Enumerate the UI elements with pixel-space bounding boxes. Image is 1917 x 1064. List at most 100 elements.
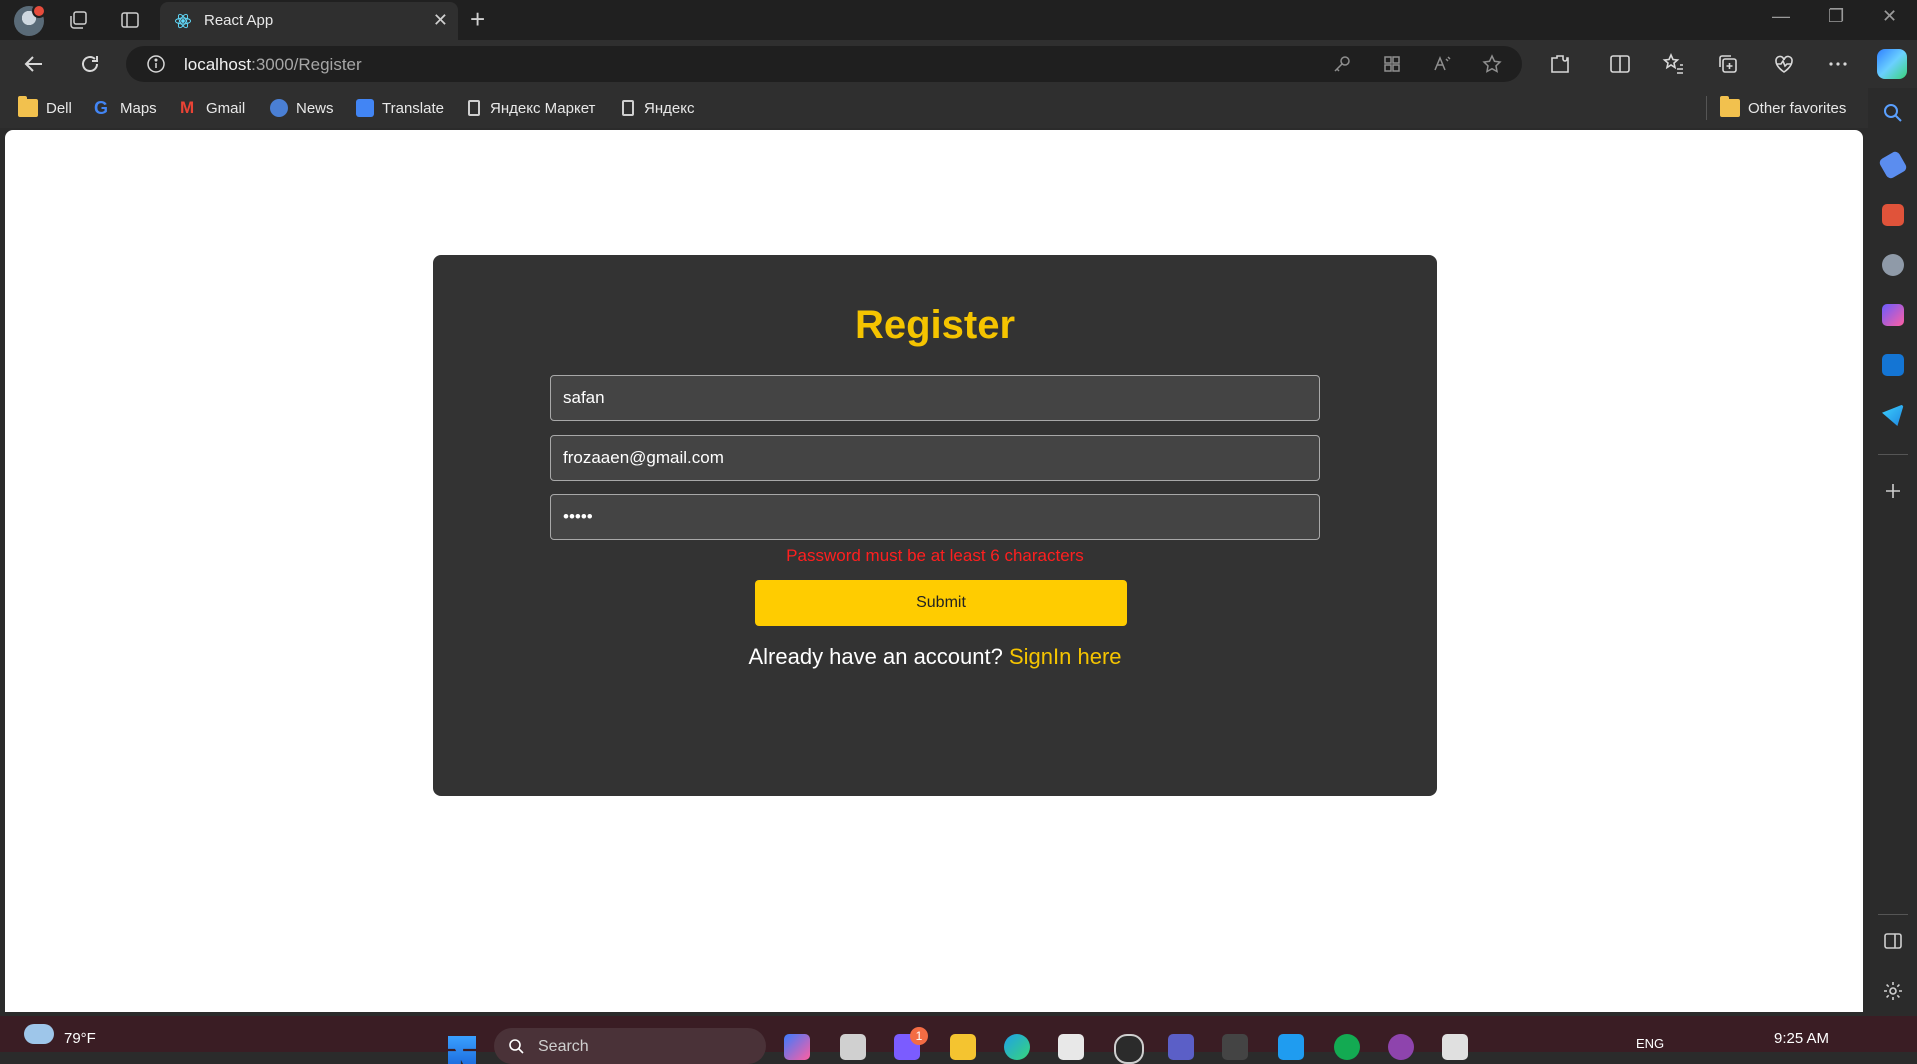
- minimize-icon[interactable]: —: [1772, 6, 1790, 27]
- workspaces-icon[interactable]: [68, 10, 88, 30]
- favorite-label: Яндекс Маркет: [490, 99, 596, 117]
- notification-badge: 1: [910, 1027, 928, 1045]
- clock[interactable]: 9:25 AM: [1774, 1030, 1829, 1047]
- snipping-tool-icon[interactable]: [1442, 1034, 1468, 1060]
- favorites-icon[interactable]: [1662, 52, 1686, 76]
- page-viewport: Register Password must be at least 6 cha…: [5, 130, 1863, 1012]
- submit-button[interactable]: Submit: [755, 580, 1127, 626]
- translate-icon: [356, 99, 374, 117]
- favorite-translate[interactable]: Translate: [356, 97, 444, 119]
- signin-prompt: Already have an account? SignIn here: [433, 644, 1437, 670]
- collections-icon[interactable]: [1716, 52, 1740, 76]
- url-host: localhost: [184, 55, 252, 74]
- file-explorer-icon[interactable]: [950, 1034, 976, 1060]
- close-window-icon[interactable]: ✕: [1882, 6, 1897, 27]
- shopping-tag-icon[interactable]: [1877, 149, 1909, 181]
- password-error-message: Password must be at least 6 characters: [786, 546, 1084, 565]
- favorite-news[interactable]: News: [270, 97, 334, 119]
- mongodb-icon[interactable]: [1334, 1034, 1360, 1060]
- games-icon[interactable]: [1882, 254, 1904, 276]
- task-view-icon[interactable]: [840, 1034, 866, 1060]
- tab-strip: React App ✕ + — ❐ ✕: [0, 0, 1917, 40]
- dell-icon[interactable]: [1114, 1034, 1144, 1064]
- signin-link[interactable]: SignIn here: [1009, 644, 1122, 669]
- username-field[interactable]: [550, 375, 1320, 421]
- profile-avatar[interactable]: [14, 4, 46, 36]
- react-logo-icon: [175, 13, 191, 29]
- favorite-label: Dell: [46, 99, 72, 117]
- folder-icon: [18, 96, 38, 117]
- favorites-divider: [1706, 96, 1707, 120]
- vertical-tabs-icon[interactable]: [120, 10, 140, 30]
- back-icon[interactable]: [22, 52, 46, 76]
- store-icon[interactable]: [1058, 1034, 1084, 1060]
- favorite-label: Translate: [382, 99, 444, 117]
- other-favorites[interactable]: Other favorites: [1720, 96, 1847, 119]
- search-placeholder: Search: [538, 1038, 589, 1055]
- copilot-sidebar-icon[interactable]: [1882, 304, 1904, 326]
- terminal-icon[interactable]: [1222, 1034, 1248, 1060]
- settings-gear-icon[interactable]: [1882, 980, 1904, 1002]
- page-icon: [468, 100, 480, 116]
- page-title: Register: [854, 303, 1016, 347]
- edge-icon[interactable]: [1004, 1034, 1030, 1060]
- hide-sidebar-icon[interactable]: [1882, 930, 1904, 952]
- outlook-icon[interactable]: [1882, 354, 1904, 376]
- signin-prompt-text: Already have an account?: [748, 644, 1009, 669]
- email-field[interactable]: [550, 435, 1320, 481]
- favorite-star-icon[interactable]: [1482, 54, 1502, 74]
- tab-react-app[interactable]: React App ✕: [160, 2, 458, 40]
- sidebar-divider: [1878, 914, 1908, 915]
- close-tab-icon[interactable]: ✕: [433, 10, 448, 31]
- new-tab-icon[interactable]: +: [470, 6, 485, 32]
- password-field[interactable]: [550, 494, 1320, 540]
- language-indicator[interactable]: ENG: [1636, 1036, 1664, 1051]
- favorite-dell[interactable]: Dell: [18, 96, 72, 119]
- copilot-icon[interactable]: [1877, 49, 1907, 79]
- favorite-gmail[interactable]: M Gmail: [180, 97, 245, 119]
- google-icon: G: [94, 98, 109, 118]
- taskbar-search[interactable]: Search: [494, 1028, 766, 1064]
- send-icon[interactable]: [1882, 404, 1904, 426]
- restore-icon[interactable]: ❐: [1828, 6, 1844, 27]
- favorite-label: Maps: [120, 99, 157, 117]
- favorite-yandex[interactable]: Яндекс: [618, 97, 694, 119]
- windows-taskbar: 79°F Search ENG 9:25 AM: [0, 1016, 1917, 1064]
- tools-icon[interactable]: [1882, 204, 1904, 226]
- app-available-icon[interactable]: [1382, 54, 1402, 74]
- favorite-maps[interactable]: G Maps: [94, 97, 157, 119]
- address-bar[interactable]: localhost:3000/Register: [126, 46, 1522, 82]
- sidebar-divider: [1878, 454, 1908, 455]
- url-text[interactable]: localhost:3000/Register: [184, 55, 362, 75]
- favorite-label: Gmail: [206, 99, 246, 117]
- favorite-label: Яндекс: [644, 99, 695, 117]
- register-card: Register Password must be at least 6 cha…: [433, 255, 1437, 796]
- folder-icon: [1720, 96, 1740, 117]
- search-icon[interactable]: [1882, 102, 1904, 124]
- weather-temperature[interactable]: 79°F: [64, 1030, 96, 1047]
- copilot-app-icon[interactable]: [784, 1034, 810, 1060]
- favorite-yandex-market[interactable]: Яндекс Маркет: [464, 97, 595, 119]
- app-icon[interactable]: [1388, 1034, 1414, 1060]
- tab-title: React App: [204, 12, 274, 29]
- teams-icon[interactable]: [1168, 1034, 1194, 1060]
- favorite-label: News: [296, 99, 334, 117]
- vscode-icon[interactable]: [1278, 1034, 1304, 1060]
- extensions-icon[interactable]: [1548, 52, 1572, 76]
- gmail-icon: M: [180, 98, 195, 117]
- news-icon: [270, 99, 288, 117]
- browser-toolbar: localhost:3000/Register: [0, 40, 1917, 88]
- site-info-icon[interactable]: [146, 54, 166, 74]
- more-options-icon[interactable]: [1826, 52, 1850, 76]
- windows-start-icon[interactable]: [448, 1036, 476, 1064]
- weather-cloud-icon[interactable]: [24, 1024, 54, 1044]
- key-icon[interactable]: [1332, 54, 1352, 74]
- url-path: :3000/Register: [251, 55, 362, 74]
- read-aloud-icon[interactable]: [1432, 54, 1452, 74]
- add-icon[interactable]: [1882, 480, 1904, 502]
- split-screen-icon[interactable]: [1608, 52, 1632, 76]
- browser-essentials-icon[interactable]: [1772, 52, 1796, 76]
- edge-sidebar: [1868, 88, 1917, 1012]
- refresh-icon[interactable]: [78, 52, 102, 76]
- other-favorites-label: Other favorites: [1748, 99, 1847, 117]
